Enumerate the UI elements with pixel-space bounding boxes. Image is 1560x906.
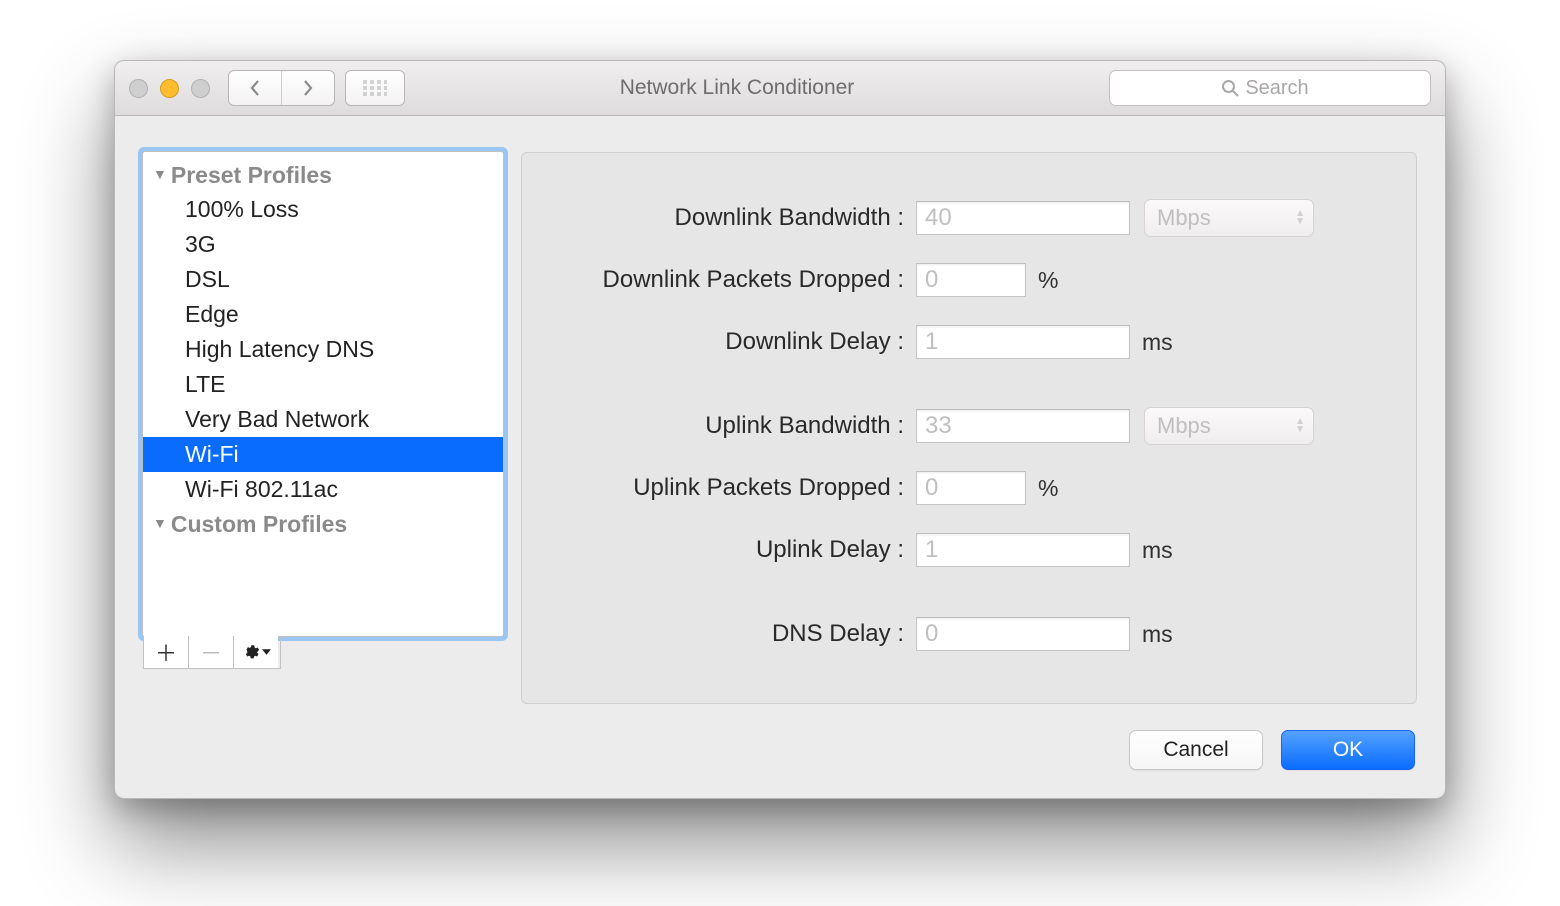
profiles-sidebar[interactable]: ▼ Preset Profiles 100% Loss 3G DSL Edge … [143, 152, 503, 636]
field-label: Uplink Bandwidth : [542, 412, 916, 440]
search-icon [1221, 79, 1239, 97]
nav-back-forward [228, 70, 335, 106]
profile-item-wifi-80211ac[interactable]: Wi-Fi 802.11ac [143, 472, 503, 507]
downlink-delay-input[interactable]: 1 [916, 325, 1130, 359]
disclosure-triangle-icon: ▼ [153, 515, 167, 531]
search-input[interactable] [1315, 76, 1319, 101]
profile-item-wifi[interactable]: Wi-Fi [143, 437, 503, 472]
profile-label: LTE [185, 371, 225, 398]
uplink-bandwidth-input[interactable]: 33 [916, 409, 1130, 443]
dns-delay-row: DNS Delay : 0 ms [542, 607, 1388, 661]
chevron-left-icon [249, 79, 261, 97]
downlink-bandwidth-row: Downlink Bandwidth : 40 Mbps ▲▼ [542, 191, 1388, 245]
window-title: Network Link Conditioner [375, 76, 1099, 100]
minimize-light[interactable] [160, 79, 179, 98]
unit-label: Mbps [1157, 413, 1211, 439]
window: Network Link Conditioner Search ▼ Preset… [114, 60, 1446, 799]
unit-label: ms [1142, 537, 1173, 564]
sidebar-toolbar: ＋ － [143, 636, 281, 669]
add-profile-button[interactable]: ＋ [144, 636, 189, 668]
unit-label: ms [1142, 621, 1173, 648]
traffic-lights [129, 79, 210, 98]
stepper-icon: ▲▼ [1295, 418, 1305, 434]
field-label: Downlink Delay : [542, 328, 916, 356]
dns-delay-input[interactable]: 0 [916, 617, 1130, 651]
downlink-bandwidth-unit-select: Mbps ▲▼ [1144, 199, 1314, 237]
close-light[interactable] [129, 79, 148, 98]
window-body: ▼ Preset Profiles 100% Loss 3G DSL Edge … [115, 116, 1445, 798]
titlebar: Network Link Conditioner Search [115, 61, 1445, 116]
unit-label: % [1038, 475, 1058, 502]
custom-profiles-label: Custom Profiles [171, 511, 347, 538]
plus-icon: ＋ [155, 636, 177, 668]
profile-label: High Latency DNS [185, 336, 374, 363]
profile-actions-button[interactable] [234, 636, 278, 668]
uplink-delay-row: Uplink Delay : 1 ms [542, 523, 1388, 577]
preset-profiles-header[interactable]: ▼ Preset Profiles [143, 158, 503, 192]
search-placeholder: Search [1245, 77, 1308, 100]
profile-item-lte[interactable]: LTE [143, 367, 503, 402]
unit-label: Mbps [1157, 205, 1211, 231]
downlink-packets-dropped-input[interactable]: 0 [916, 263, 1026, 297]
preset-profiles-label: Preset Profiles [171, 162, 332, 189]
unit-label: ms [1142, 329, 1173, 356]
minus-icon: － [200, 636, 222, 668]
uplink-delay-input[interactable]: 1 [916, 533, 1130, 567]
forward-button[interactable] [281, 71, 334, 105]
grid-icon [363, 80, 387, 96]
downlink-bandwidth-input[interactable]: 40 [916, 201, 1130, 235]
unit-label: % [1038, 267, 1058, 294]
search-field[interactable]: Search [1109, 70, 1431, 106]
uplink-bandwidth-unit-select: Mbps ▲▼ [1144, 407, 1314, 445]
stepper-icon: ▲▼ [1295, 210, 1305, 226]
profile-item-high-latency-dns[interactable]: High Latency DNS [143, 332, 503, 367]
zoom-light[interactable] [191, 79, 210, 98]
cancel-button[interactable]: Cancel [1129, 730, 1263, 770]
disclosure-triangle-icon: ▼ [153, 166, 167, 182]
profile-label: 100% Loss [185, 196, 299, 223]
settings-panel: Downlink Bandwidth : 40 Mbps ▲▼ Downlink… [521, 152, 1417, 704]
profile-item-100-loss[interactable]: 100% Loss [143, 192, 503, 227]
gear-icon [242, 643, 271, 661]
field-label: Downlink Bandwidth : [542, 204, 916, 232]
profile-label: Wi-Fi 802.11ac [185, 476, 338, 503]
uplink-packets-dropped-input[interactable]: 0 [916, 471, 1026, 505]
profile-item-edge[interactable]: Edge [143, 297, 503, 332]
field-label: Uplink Delay : [542, 536, 916, 564]
profile-item-very-bad-network[interactable]: Very Bad Network [143, 402, 503, 437]
ok-button[interactable]: OK [1281, 730, 1415, 770]
uplink-packets-dropped-row: Uplink Packets Dropped : 0 % [542, 461, 1388, 515]
remove-profile-button[interactable]: － [189, 636, 234, 668]
back-button[interactable] [229, 71, 281, 105]
profile-label: DSL [185, 266, 230, 293]
field-label: Uplink Packets Dropped : [542, 474, 916, 502]
profile-label: Edge [185, 301, 239, 328]
uplink-bandwidth-row: Uplink Bandwidth : 33 Mbps ▲▼ [542, 399, 1388, 453]
profile-label: Very Bad Network [185, 406, 369, 433]
downlink-delay-row: Downlink Delay : 1 ms [542, 315, 1388, 369]
profile-item-dsl[interactable]: DSL [143, 262, 503, 297]
custom-profiles-header[interactable]: ▼ Custom Profiles [143, 507, 503, 541]
downlink-packets-dropped-row: Downlink Packets Dropped : 0 % [542, 253, 1388, 307]
profiles-tree: ▼ Preset Profiles 100% Loss 3G DSL Edge … [143, 152, 503, 547]
profile-label: Wi-Fi [185, 441, 239, 468]
dialog-footer: Cancel OK [143, 704, 1417, 776]
chevron-right-icon [302, 79, 314, 97]
field-label: DNS Delay : [542, 620, 916, 648]
chevron-down-icon [262, 648, 271, 656]
field-label: Downlink Packets Dropped : [542, 266, 916, 294]
profile-label: 3G [185, 231, 216, 258]
profile-item-3g[interactable]: 3G [143, 227, 503, 262]
